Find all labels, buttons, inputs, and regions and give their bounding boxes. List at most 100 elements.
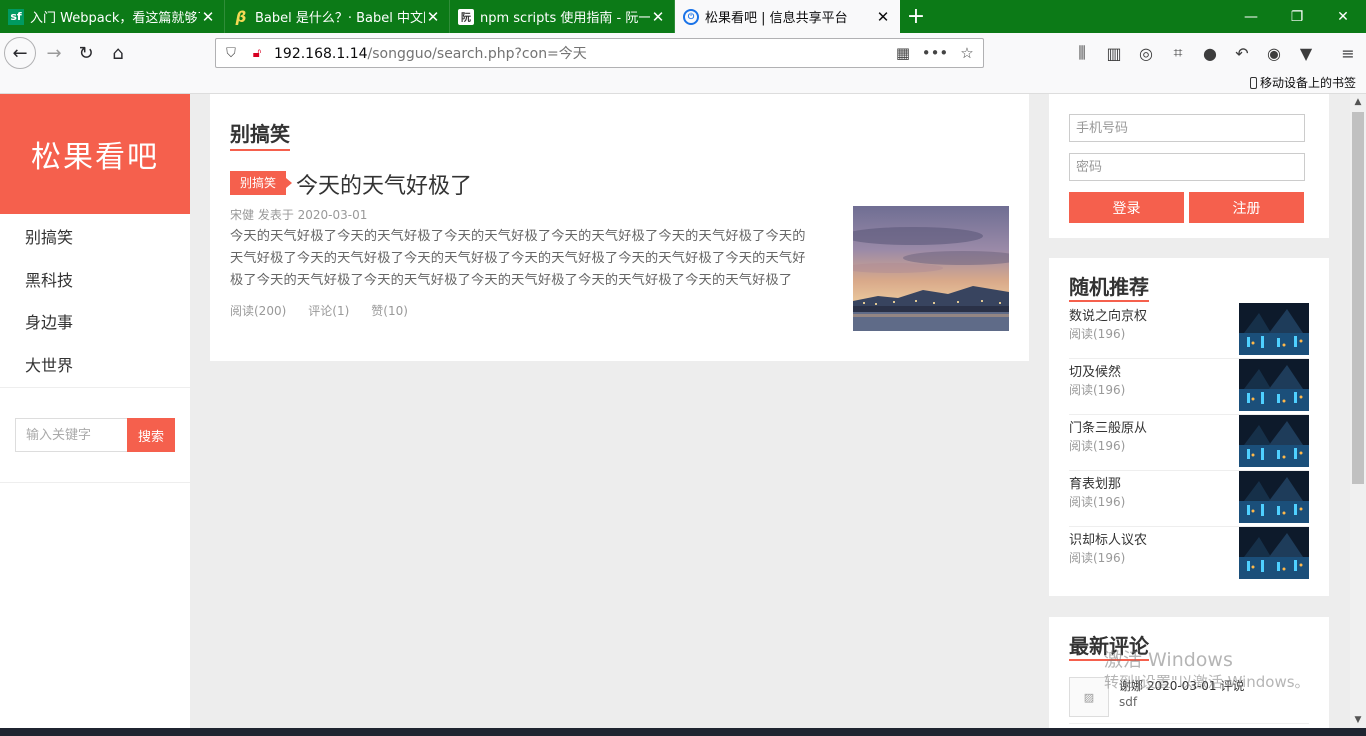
library-icon[interactable]: ⫼ xyxy=(1066,37,1098,69)
windows-taskbar xyxy=(0,728,1366,736)
mobile-bookmarks-label: 移动设备上的书签 xyxy=(1259,76,1356,90)
page-actions-icon[interactable]: ••• xyxy=(919,39,951,67)
tab-webpack[interactable]: sf 入门 Webpack，看这篇就够了 ✕ xyxy=(0,0,225,33)
comment-meta: 谢娜 2020-03-01 评说 xyxy=(1119,679,1245,693)
rec-item-views: 阅读(196) xyxy=(1069,495,1126,509)
avatar[interactable]: ▨ xyxy=(1069,677,1109,717)
post-stats: 阅读(200) 评论(1) 赞(10) xyxy=(230,302,408,319)
rec-item-thumbnail[interactable] xyxy=(1239,359,1309,411)
reload-button[interactable]: ↻ xyxy=(70,37,102,69)
nav-item-heikeji[interactable]: 黑科技 xyxy=(0,260,190,303)
night-scene-image xyxy=(1239,527,1309,579)
comments-count[interactable]: 评论(1) xyxy=(308,302,349,319)
url-text[interactable]: 192.168.1.14/songguo/search.php?con=今天 xyxy=(274,43,887,63)
site-search: 搜索 xyxy=(15,418,190,452)
tab-title: Babel 是什么？· Babel 中文网 xyxy=(255,11,425,26)
rec-item-thumbnail[interactable] xyxy=(1239,415,1309,467)
nav-item-shenbianshi[interactable]: 身边事 xyxy=(0,302,190,345)
recommend-title: 随机推荐 xyxy=(1069,274,1149,302)
mobile-bookmarks[interactable]: 移动设备上的书签 xyxy=(1249,74,1356,91)
rec-item-title[interactable]: 门条三般原从 xyxy=(1069,417,1147,436)
close-icon[interactable]: ✕ xyxy=(200,8,216,26)
list-item[interactable]: 数说之向京权 阅读(196) xyxy=(1069,303,1309,359)
list-item[interactable]: 切及候然 阅读(196) xyxy=(1069,359,1309,415)
scroll-down-icon[interactable]: ▼ xyxy=(1350,712,1366,728)
close-icon[interactable]: ✕ xyxy=(425,8,441,26)
scroll-up-icon[interactable]: ▲ xyxy=(1350,94,1366,110)
menu-icon[interactable]: ≡ xyxy=(1332,37,1364,69)
nav-item-biegaoxiao[interactable]: 别搞笑 xyxy=(0,217,190,260)
shield-icon[interactable]: ⛉ xyxy=(220,42,242,64)
list-item[interactable]: 育表划那 阅读(196) xyxy=(1069,471,1309,527)
tab-songguo[interactable]: ⏻ 松果看吧 | 信息共享平台 ✕ xyxy=(675,0,900,33)
insecure-lock-icon[interactable]: 🔓︎ xyxy=(246,42,268,64)
chat-icon[interactable]: ● xyxy=(1194,37,1226,69)
back-button[interactable]: ← xyxy=(4,37,36,69)
page-scrollbar[interactable]: ▲ ▼ xyxy=(1350,94,1366,728)
vpn-icon[interactable]: ▼ xyxy=(1290,37,1322,69)
extension-icon[interactable]: ◎ xyxy=(1130,37,1162,69)
tab-title: 入门 Webpack，看这篇就够了 xyxy=(30,11,200,26)
rec-item-thumbnail[interactable] xyxy=(1239,527,1309,579)
tab-strip: sf 入门 Webpack，看这篇就够了 ✕ β Babel 是什么？· Bab… xyxy=(0,0,1366,33)
phone-icon xyxy=(1249,76,1257,89)
rec-item-title[interactable]: 育表划那 xyxy=(1069,473,1121,492)
night-scene-image xyxy=(1239,359,1309,411)
site-logo[interactable]: 松果看吧 xyxy=(0,94,190,214)
city-skyline-image xyxy=(853,206,1009,331)
rec-item-views: 阅读(196) xyxy=(1069,383,1126,397)
tab-npm[interactable]: 阮 npm scripts 使用指南 - 阮一峰 ✕ xyxy=(450,0,675,33)
tab-babel[interactable]: β Babel 是什么？· Babel 中文网 ✕ xyxy=(225,0,450,33)
search-button[interactable]: 搜索 xyxy=(127,418,175,452)
close-window-button[interactable]: ✕ xyxy=(1320,0,1366,33)
rec-item-title[interactable]: 识却标人议农 xyxy=(1069,529,1147,548)
comment-text[interactable]: sdf xyxy=(1119,695,1137,709)
rec-item-title[interactable]: 数说之向京权 xyxy=(1069,305,1147,324)
views-count: 阅读(200) xyxy=(230,304,287,318)
close-icon[interactable]: ✕ xyxy=(650,8,666,26)
list-item[interactable]: 门条三般原从 阅读(196) xyxy=(1069,415,1309,471)
account-icon[interactable]: ◉ xyxy=(1258,37,1290,69)
nav-item-dashijie[interactable]: 大世界 xyxy=(0,345,190,388)
rec-item-thumbnail[interactable] xyxy=(1239,471,1309,523)
category-tag[interactable]: 别搞笑 xyxy=(230,171,293,195)
address-bar[interactable]: ⛉ 🔓︎ 192.168.1.14/songguo/search.php?con… xyxy=(215,38,984,68)
sf-icon: sf xyxy=(8,8,24,25)
rec-item-views: 阅读(196) xyxy=(1069,327,1126,341)
sidebar-icon[interactable]: ▥ xyxy=(1098,37,1130,69)
scrollbar-thumb[interactable] xyxy=(1352,112,1364,484)
post-excerpt: 今天的天气好极了今天的天气好极了今天的天气好极了今天的天气好极了今天的天气好极了… xyxy=(230,229,806,288)
bookmarks-toolbar: 移动设备上的书签 xyxy=(0,73,1366,94)
page-content: 松果看吧 别搞笑 黑科技 身边事 大世界 搜索 别搞笑 别搞笑 今天的天气好极了… xyxy=(0,94,1350,728)
rec-item-thumbnail[interactable] xyxy=(1239,303,1309,355)
register-button[interactable]: 注册 xyxy=(1189,192,1304,223)
power-icon: ⏻ xyxy=(683,8,699,25)
likes-count[interactable]: 赞(10) xyxy=(371,302,408,319)
rec-item-views: 阅读(196) xyxy=(1069,551,1126,565)
forward-button[interactable]: → xyxy=(38,37,70,69)
bookmark-star-icon[interactable]: ☆ xyxy=(951,39,983,67)
minimize-button[interactable]: — xyxy=(1228,0,1274,33)
navigation-toolbar: ← → ↻ ⌂ ⛉ 🔓︎ 192.168.1.14/songguo/search… xyxy=(0,33,1366,73)
comments-panel: 最新评论 ▨ 谢娜 2020-03-01 评说 sdf xyxy=(1049,617,1329,728)
divider xyxy=(0,387,190,388)
qr-code-icon[interactable]: ▦ xyxy=(887,39,919,67)
post-title[interactable]: 今天的天气好极了 xyxy=(296,168,472,200)
tab-title: npm scripts 使用指南 - 阮一峰 xyxy=(480,11,650,26)
screenshot-icon[interactable]: ⌗ xyxy=(1162,37,1194,69)
password-input[interactable] xyxy=(1069,153,1305,181)
undo-icon[interactable]: ↶ xyxy=(1226,37,1258,69)
close-icon[interactable]: ✕ xyxy=(875,8,891,26)
npm-icon: 阮 xyxy=(458,8,474,25)
rec-item-title[interactable]: 切及候然 xyxy=(1069,361,1121,380)
phone-input[interactable] xyxy=(1069,114,1305,142)
post-thumbnail[interactable] xyxy=(853,206,1009,331)
site-logo-text: 松果看吧 xyxy=(31,140,159,175)
list-item[interactable]: 识却标人议农 阅读(196) xyxy=(1069,527,1309,583)
restore-button[interactable]: ❐ xyxy=(1274,0,1320,33)
babel-icon: β xyxy=(235,7,247,26)
new-tab-button[interactable]: + xyxy=(900,0,932,33)
login-button[interactable]: 登录 xyxy=(1069,192,1184,223)
search-input[interactable] xyxy=(15,418,127,452)
home-button[interactable]: ⌂ xyxy=(102,37,134,69)
